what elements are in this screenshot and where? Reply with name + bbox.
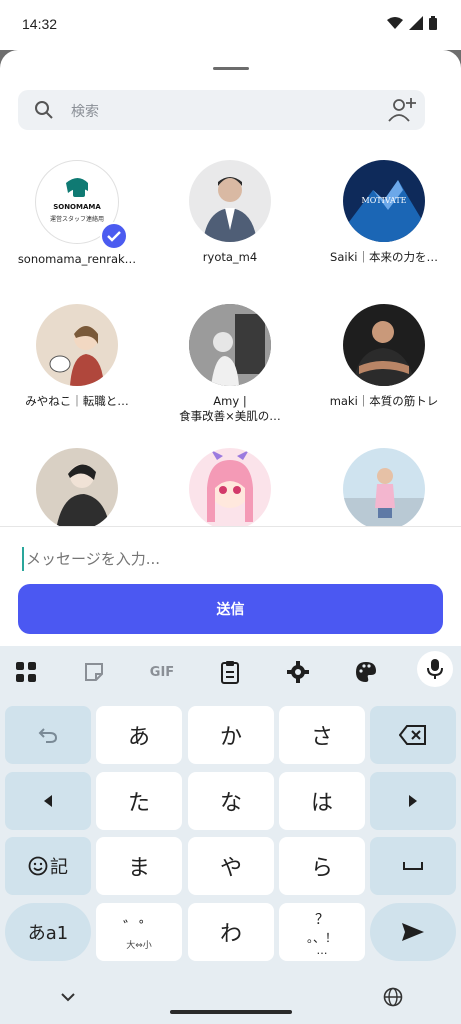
keyboard-toolbar: GIF [0, 646, 461, 696]
dakuten-label: ゛゜ [122, 917, 155, 937]
person-photo-icon [203, 177, 257, 242]
hide-keyboard-icon[interactable] [60, 992, 76, 1002]
status-icons [387, 16, 437, 30]
user-item[interactable]: みやねこ｜転職と… [2, 304, 152, 409]
globe-icon[interactable] [383, 987, 403, 1007]
undo-icon [38, 728, 58, 743]
space-key[interactable] [370, 837, 456, 895]
apps-icon[interactable] [12, 658, 40, 686]
backspace-key[interactable] [370, 706, 456, 764]
avatar: MOTIVATE [343, 160, 425, 242]
palette-icon[interactable] [352, 658, 380, 686]
person-photo-icon [353, 321, 415, 386]
illustration-icon [207, 450, 253, 522]
illustration-icon [49, 326, 104, 386]
key-ha[interactable]: は [279, 772, 365, 830]
user-item[interactable]: ryota_m4 [155, 160, 305, 265]
person-photo-icon [343, 468, 425, 526]
emoji-icon [28, 856, 48, 876]
avatar [343, 304, 425, 386]
search-icon [35, 101, 53, 119]
signal-icon [409, 16, 423, 30]
battery-icon [429, 16, 437, 30]
user-name: みやねこ｜転職と… [25, 394, 129, 408]
undo-key[interactable] [5, 706, 91, 764]
send-button[interactable]: 送信 [18, 584, 443, 634]
avatar [189, 160, 271, 242]
input-mode-key[interactable]: あa1 [5, 903, 91, 961]
drag-handle[interactable] [213, 67, 249, 70]
punct-sublabel: 。、！ [306, 930, 337, 945]
sticker-icon[interactable] [80, 658, 108, 686]
message-composer: 送信 [0, 526, 461, 647]
user-item[interactable] [2, 448, 152, 526]
status-bar: 14:32 [0, 0, 461, 50]
gesture-nav-pill[interactable] [170, 1010, 292, 1014]
search-input[interactable]: 検索 [71, 101, 99, 121]
search-bar[interactable]: 検索 [18, 90, 425, 130]
avatar [36, 304, 118, 386]
key-wa[interactable]: わ [188, 903, 274, 961]
backspace-icon [399, 725, 426, 745]
user-item[interactable]: maki｜本質の筋トレ [309, 304, 459, 409]
avatar [36, 448, 118, 526]
dakuten-key[interactable]: ゛゜ 大⇔小 [96, 903, 182, 961]
punct-sublabel-2: … [316, 943, 328, 957]
wifi-icon [387, 17, 403, 29]
punct-label: ？ [315, 911, 329, 928]
person-photo-icon [189, 304, 271, 386]
cursor-right-key[interactable] [370, 772, 456, 830]
illustration-icon [56, 464, 110, 526]
space-icon [403, 862, 423, 870]
logo-subtext: 運営スタッフ連絡用 [49, 216, 104, 223]
user-name: sonomama_renrak… [17, 252, 137, 266]
send-arrow-icon [402, 923, 424, 941]
share-sheet: 検索 SONOMAMA 運営スタッフ連絡用 sonomama_renrak… r… [0, 50, 461, 526]
arrow-right-icon [409, 795, 417, 807]
emoji-symbol-key[interactable]: 記 [5, 837, 91, 895]
add-user-icon[interactable] [387, 96, 417, 124]
avatar [189, 448, 271, 526]
message-input[interactable] [22, 547, 436, 571]
logo-text: SONOMAMA [53, 203, 101, 211]
status-time: 14:32 [22, 16, 58, 32]
user-item[interactable]: MOTIVATE Saiki｜本来の力を… [309, 160, 459, 265]
key-na[interactable]: な [188, 772, 274, 830]
user-item[interactable]: Amy | 食事改善×美肌の… [155, 304, 305, 424]
arrow-left-icon [44, 795, 52, 807]
key-ya[interactable]: や [188, 837, 274, 895]
cursor-left-key[interactable] [5, 772, 91, 830]
dakuten-sublabel: 大⇔小 [126, 940, 152, 951]
key-ma[interactable]: ま [96, 837, 182, 895]
user-name: maki｜本質の筋トレ [329, 394, 439, 408]
key-a[interactable]: あ [96, 706, 182, 764]
user-item[interactable]: SONOMAMA 運営スタッフ連絡用 sonomama_renrak… [2, 160, 152, 267]
user-name: ryota_m4 [202, 250, 258, 264]
key-sa[interactable]: さ [279, 706, 365, 764]
avatar [343, 448, 425, 526]
clipboard-icon[interactable] [216, 658, 244, 686]
user-name: Saiki｜本来の力を… [330, 250, 438, 264]
user-item[interactable] [309, 448, 459, 526]
punctuation-key[interactable]: ？ 。、！ … [279, 903, 365, 961]
enter-key[interactable] [370, 903, 456, 961]
verified-check-icon [100, 222, 128, 250]
key-ka[interactable]: か [188, 706, 274, 764]
key-ra[interactable]: ら [279, 837, 365, 895]
key-ta[interactable]: た [96, 772, 182, 830]
ime-keyboard: GIF あ か さ た な は 記 ま や ら あa1 ゛゜ 大⇔小 わ ？ 。… [0, 646, 461, 1024]
settings-icon[interactable] [284, 658, 312, 686]
avatar [189, 304, 271, 386]
user-name: Amy | 食事改善×美肌の… [179, 394, 281, 423]
gif-button[interactable]: GIF [146, 658, 178, 686]
badge-text: MOTIVATE [361, 196, 407, 205]
mic-icon[interactable] [417, 651, 453, 687]
user-item[interactable] [155, 448, 305, 526]
emoji-key-label: 記 [50, 857, 68, 878]
